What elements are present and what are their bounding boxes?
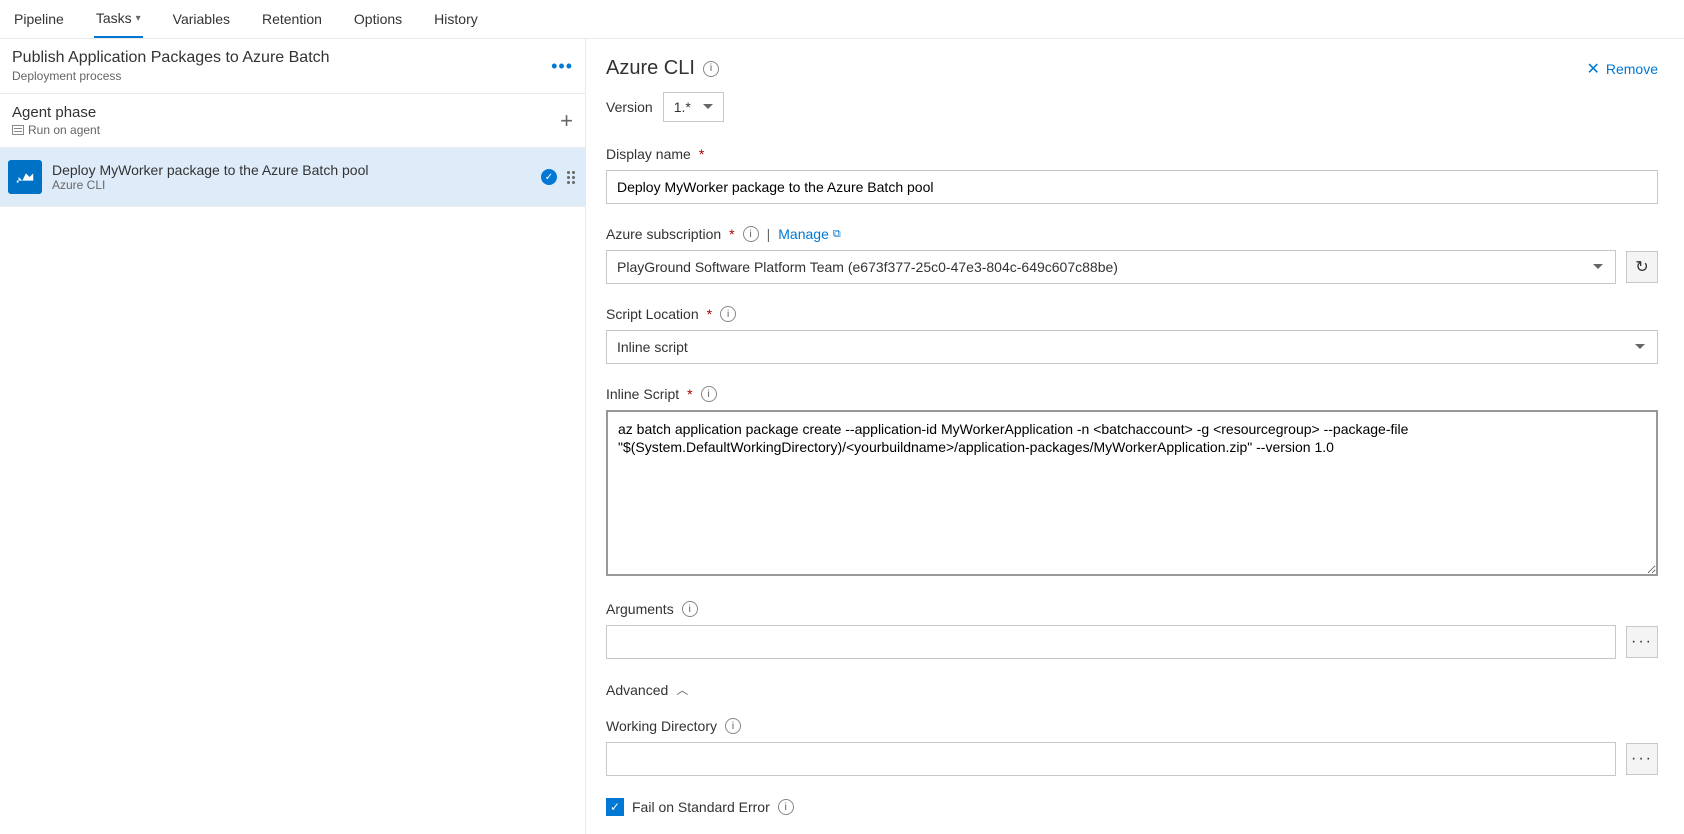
tab-pipeline[interactable]: Pipeline — [12, 10, 66, 38]
version-select[interactable]: 1.* — [663, 92, 724, 122]
info-icon[interactable]: i — [720, 306, 736, 322]
add-task-button[interactable]: + — [560, 108, 573, 134]
ellipsis-icon: ··· — [1631, 633, 1653, 651]
fail-stderr-checkbox[interactable]: ✓ — [606, 798, 624, 816]
azure-cli-icon — [8, 160, 42, 194]
drag-handle-icon[interactable] — [567, 171, 575, 184]
script-location-label: Script Location* i — [606, 306, 1658, 322]
tab-tasks[interactable]: Tasks ▾ — [94, 10, 143, 38]
more-actions-button[interactable]: ••• — [551, 56, 573, 77]
release-header[interactable]: Publish Application Packages to Azure Ba… — [0, 39, 585, 94]
tab-options[interactable]: Options — [352, 10, 404, 38]
task-title: Deploy MyWorker package to the Azure Bat… — [52, 162, 531, 178]
info-icon[interactable]: i — [703, 61, 719, 77]
arguments-browse-button[interactable]: ··· — [1626, 626, 1658, 658]
arguments-label: Arguments i — [606, 601, 1658, 617]
info-icon[interactable]: i — [701, 386, 717, 402]
version-row: Version 1.* — [606, 92, 1658, 122]
task-subtitle: Azure CLI — [52, 178, 531, 192]
phase-title: Agent phase — [12, 104, 100, 121]
manage-link[interactable]: Manage⧉ — [778, 226, 840, 242]
working-dir-input[interactable] — [606, 742, 1616, 776]
task-status-icon: ✓ — [541, 169, 557, 185]
external-link-icon: ⧉ — [833, 228, 841, 241]
version-label: Version — [606, 99, 653, 115]
working-dir-label: Working Directory i — [606, 718, 1658, 734]
close-icon: ✕ — [1586, 59, 1599, 79]
release-subtitle: Deployment process — [12, 69, 330, 83]
remove-task-button[interactable]: ✕ Remove — [1586, 59, 1658, 79]
phase-subtitle: Run on agent — [12, 123, 100, 137]
release-title: Publish Application Packages to Azure Ba… — [12, 49, 330, 67]
task-row-selected[interactable]: Deploy MyWorker package to the Azure Bat… — [0, 148, 585, 207]
chevron-up-icon: ︿ — [676, 681, 688, 698]
tab-variables[interactable]: Variables — [171, 10, 232, 38]
arguments-input[interactable] — [606, 625, 1616, 659]
refresh-icon: ↻ — [1635, 257, 1648, 277]
fail-stderr-row[interactable]: ✓ Fail on Standard Error i — [606, 798, 1658, 816]
fail-stderr-label: Fail on Standard Error — [632, 799, 770, 815]
tab-history[interactable]: History — [432, 10, 480, 38]
info-icon[interactable]: i — [682, 601, 698, 617]
refresh-button[interactable]: ↻ — [1626, 251, 1658, 283]
display-name-input[interactable] — [606, 170, 1658, 204]
inline-script-textarea[interactable] — [606, 410, 1658, 576]
task-editor-title: Azure CLI i — [606, 57, 719, 80]
top-nav: Pipeline Tasks ▾ Variables Retention Opt… — [0, 0, 1684, 39]
info-icon[interactable]: i — [743, 226, 759, 242]
inline-script-label: Inline Script* i — [606, 386, 1658, 402]
left-panel: Publish Application Packages to Azure Ba… — [0, 39, 586, 834]
display-name-label: Display name* — [606, 146, 1658, 162]
advanced-toggle[interactable]: Advanced ︿ — [606, 681, 1658, 698]
working-dir-browse-button[interactable]: ··· — [1626, 743, 1658, 775]
ellipsis-icon: ··· — [1631, 750, 1653, 768]
info-icon[interactable]: i — [725, 718, 741, 734]
right-panel: Azure CLI i ✕ Remove Version 1.* Display… — [586, 39, 1684, 834]
script-location-select[interactable]: Inline script — [606, 330, 1658, 364]
subscription-label: Azure subscription* i | Manage⧉ — [606, 226, 1658, 242]
agent-phase-row[interactable]: Agent phase Run on agent + — [0, 94, 585, 148]
info-icon[interactable]: i — [778, 799, 794, 815]
tab-retention[interactable]: Retention — [260, 10, 324, 38]
subscription-select[interactable]: PlayGround Software Platform Team (e673f… — [606, 250, 1616, 284]
chevron-down-icon: ▾ — [136, 13, 141, 24]
agent-icon — [12, 125, 24, 135]
